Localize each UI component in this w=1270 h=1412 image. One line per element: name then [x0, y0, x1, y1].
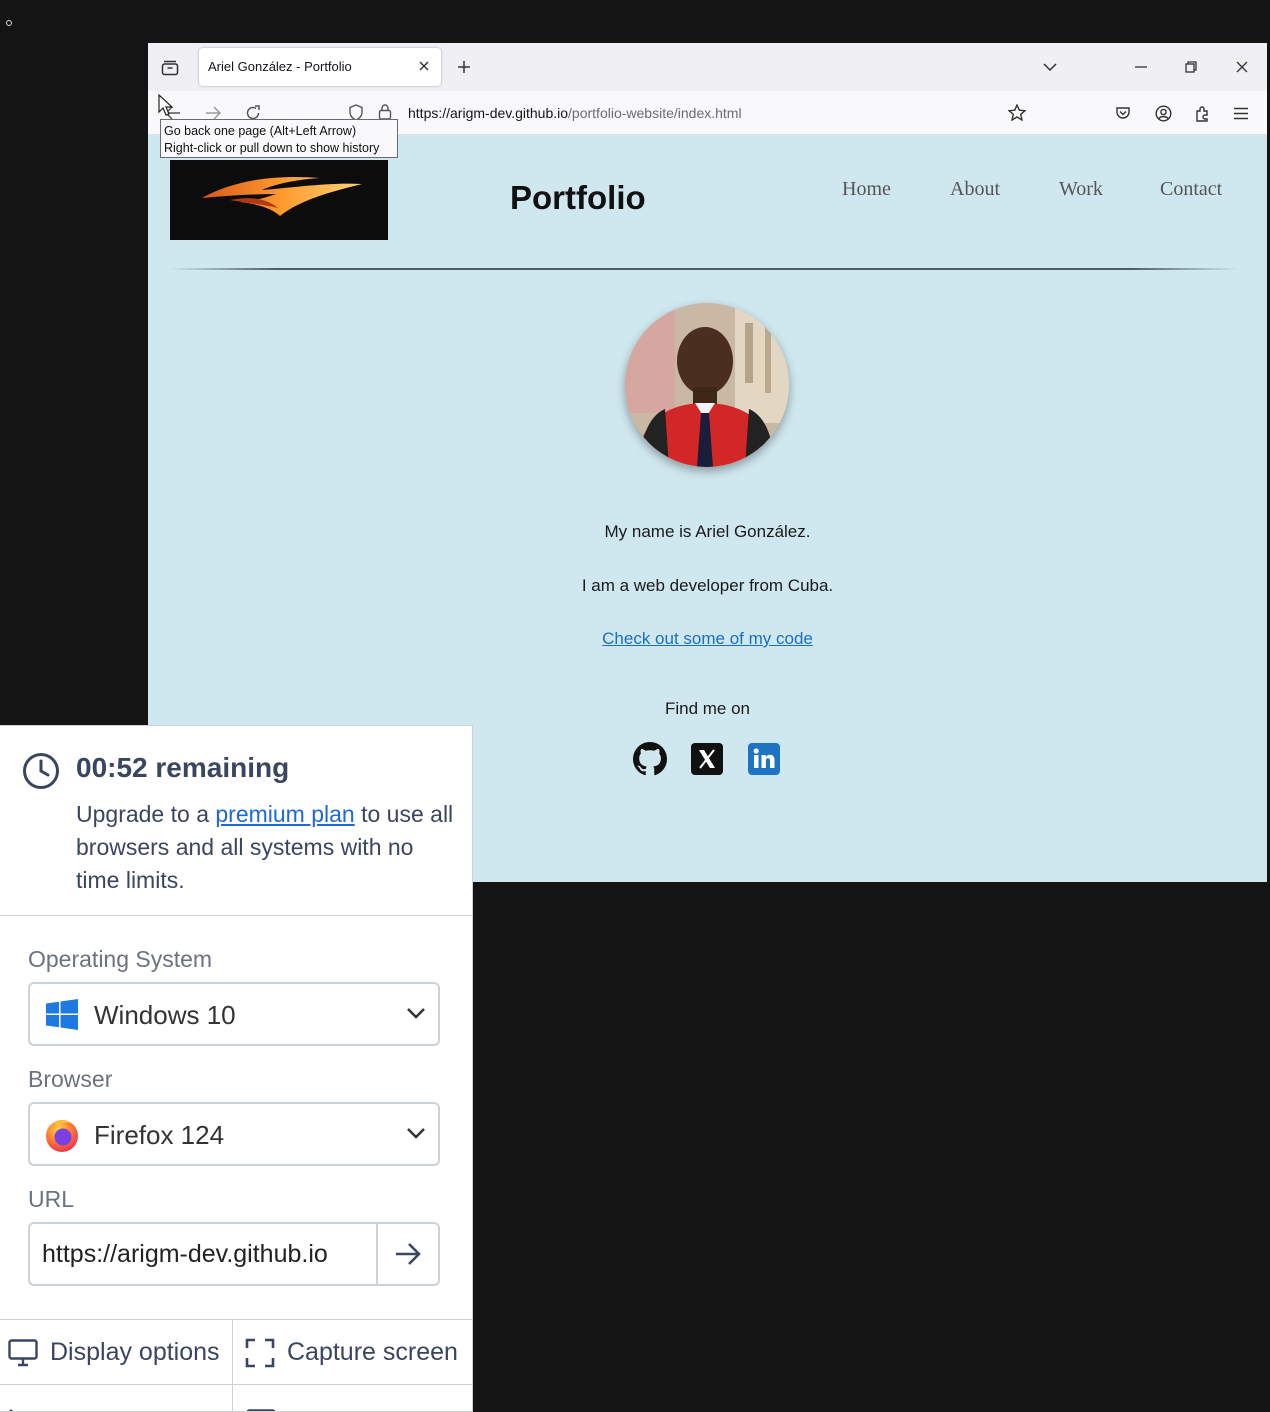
tab-bar: Ariel González - Portfolio	[148, 43, 1267, 91]
browser-label: Browser	[28, 1066, 113, 1092]
firefox-icon	[44, 1117, 80, 1158]
url-label: URL	[28, 1186, 75, 1212]
nav-link-about[interactable]: About	[950, 178, 1000, 201]
x-icon	[691, 743, 723, 775]
chevron-down-icon	[1043, 62, 1057, 71]
chevron-down-icon	[406, 1126, 426, 1144]
os-label: Operating System	[28, 946, 213, 972]
tooltip-line-2: Right-click or pull down to show history	[164, 141, 380, 155]
tab-active[interactable]: Ariel González - Portfolio	[199, 48, 441, 86]
restore-icon	[1185, 61, 1197, 73]
app-menu-button[interactable]	[1231, 103, 1251, 123]
profile-photo	[625, 303, 789, 467]
panel-divider-vertical	[232, 1385, 233, 1411]
new-tab-button[interactable]	[454, 57, 474, 77]
premium-plan-link[interactable]: premium plan	[215, 801, 354, 827]
intro-name: My name is Ariel González.	[604, 522, 811, 541]
list-all-tabs-button[interactable]	[1040, 57, 1060, 77]
chevron-right-icon[interactable]	[8, 1406, 22, 1411]
restore-button[interactable]	[1181, 57, 1201, 77]
browser-select[interactable]: Firefox 124	[28, 1102, 440, 1166]
display-options-label: Display options	[50, 1338, 220, 1366]
url-field	[28, 1222, 440, 1286]
capture-screen-label: Capture screen	[287, 1338, 458, 1366]
desktop-dot	[6, 20, 12, 26]
site-title: Portfolio	[510, 179, 646, 216]
tooltip-line-1: Go back one page (Alt+Left Arrow)	[164, 124, 357, 138]
upgrade-text-pre: Upgrade to a	[76, 801, 216, 827]
mouse-cursor-icon	[158, 93, 174, 121]
upgrade-message: Upgrade to a premium plan to use all bro…	[76, 798, 456, 897]
flame-logo-icon	[202, 176, 362, 216]
url-path: /portfolio-website/index.html	[568, 105, 742, 121]
minimize-icon	[1135, 66, 1147, 68]
minimize-button[interactable]	[1131, 57, 1151, 77]
clock-icon	[22, 752, 60, 795]
nav-link-contact[interactable]: Contact	[1160, 178, 1222, 201]
tab-title: Ariel González - Portfolio	[208, 59, 352, 74]
code-link[interactable]: Check out some of my code	[602, 629, 813, 648]
url-host: https://arigm-dev.github.io	[408, 105, 569, 121]
firefox-view-icon	[161, 60, 179, 76]
linkedin-link[interactable]	[747, 742, 781, 776]
browser-value: Firefox 124	[94, 1120, 225, 1150]
linkedin-icon	[748, 743, 780, 775]
firefox-view-button[interactable]	[158, 57, 182, 79]
close-window-button[interactable]	[1232, 57, 1252, 77]
url-input[interactable]	[30, 1224, 378, 1284]
os-value: Windows 10	[94, 1000, 236, 1030]
intro-role: I am a web developer from Cuba.	[581, 576, 834, 595]
url-text[interactable]: https://arigm-dev.github.io/portfolio-we…	[408, 105, 742, 121]
close-icon	[419, 61, 429, 71]
monitor-icon	[8, 1338, 38, 1367]
hamburger-menu-icon	[1234, 107, 1248, 119]
close-icon	[1236, 61, 1248, 73]
time-remaining: 00:52 remaining	[76, 752, 290, 783]
back-button-tooltip: Go back one page (Alt+Left Arrow) Right-…	[160, 119, 398, 158]
forward-arrow-icon	[206, 106, 221, 120]
plus-icon	[458, 61, 470, 73]
windows-icon	[46, 999, 78, 1035]
nav-link-home[interactable]: Home	[842, 178, 891, 201]
x-twitter-link[interactable]	[690, 742, 724, 776]
panel-divider	[0, 915, 472, 916]
header-divider	[170, 268, 1238, 270]
github-link[interactable]	[633, 742, 667, 776]
site-logo[interactable]	[170, 160, 388, 240]
nav-link-work[interactable]: Work	[1059, 178, 1103, 201]
os-select[interactable]: Windows 10	[28, 982, 440, 1046]
capture-frame-icon	[245, 1338, 275, 1368]
go-button[interactable]	[376, 1224, 438, 1284]
extensions-button[interactable]	[1192, 103, 1212, 123]
arrow-right-icon	[396, 1243, 421, 1265]
display-options-button[interactable]: Display options	[0, 1319, 233, 1385]
panel-divider-bottom	[0, 1384, 472, 1385]
url-bar[interactable]: https://arigm-dev.github.io/portfolio-we…	[338, 97, 1033, 129]
github-icon	[633, 742, 667, 776]
tab-close-button[interactable]	[415, 57, 433, 75]
find-me-label: Find me on	[664, 699, 751, 718]
pocket-button[interactable]	[1113, 103, 1133, 123]
chevron-down-icon	[406, 1006, 426, 1024]
puzzle-icon	[1195, 105, 1208, 122]
account-button[interactable]	[1153, 103, 1173, 123]
account-icon	[1154, 104, 1172, 122]
pocket-icon	[1116, 107, 1130, 119]
bookmark-star-icon[interactable]	[1007, 103, 1027, 126]
capture-screen-button[interactable]: Capture screen	[233, 1319, 472, 1385]
session-panel: 00:52 remaining Upgrade to a premium pla…	[0, 725, 473, 1412]
keyboard-icon[interactable]	[246, 1406, 276, 1411]
